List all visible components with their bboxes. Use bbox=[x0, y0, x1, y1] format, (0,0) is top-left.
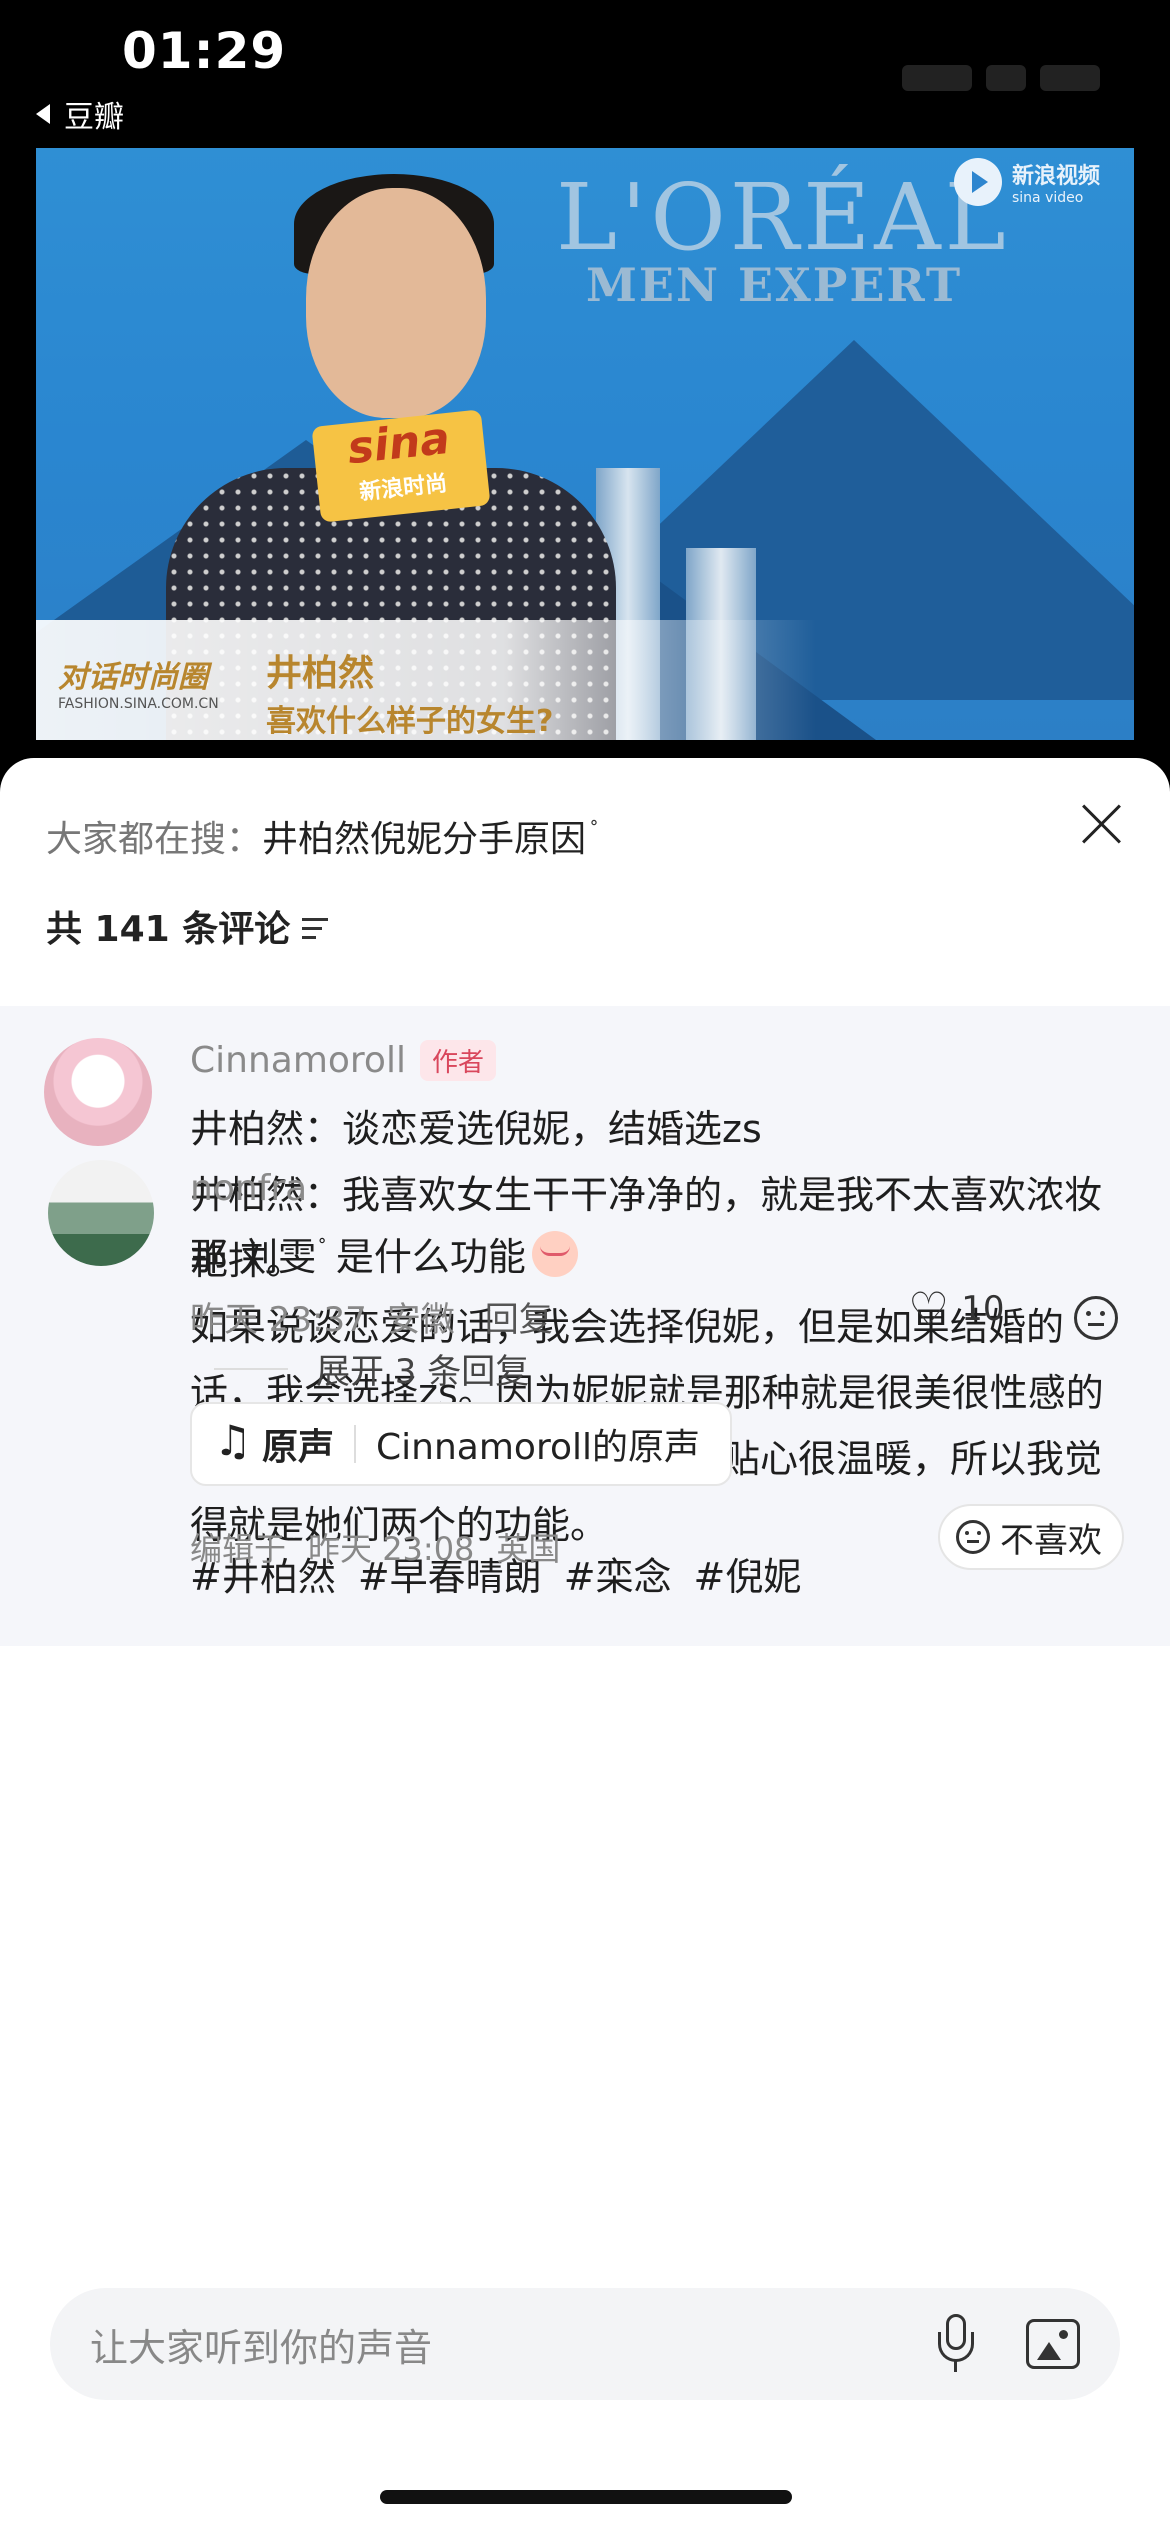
comment-count[interactable]: 共 141 条评论 bbox=[46, 900, 329, 952]
dislike-button[interactable]: 不喜欢 bbox=[938, 1504, 1124, 1570]
reply-body: 那 刘雯 ᐤ 是什么功能 bbox=[190, 1226, 578, 1281]
trending-search-term[interactable]: 井柏然倪妮分手原因 bbox=[262, 810, 586, 862]
like-button[interactable]: ♡ 10 bbox=[908, 1286, 1005, 1332]
microphone-icon[interactable] bbox=[936, 2314, 976, 2374]
close-icon[interactable] bbox=[1076, 798, 1126, 848]
music-note-icon bbox=[214, 1416, 254, 1466]
caption-name: 井柏然 bbox=[266, 653, 375, 694]
author-badge: 作者 bbox=[419, 1040, 496, 1081]
face-icon[interactable] bbox=[1074, 1296, 1118, 1340]
status-bar: 01:29 豆瓣 bbox=[0, 0, 1170, 150]
reply-meta: 昨天 23:37 安徽 回复 bbox=[190, 1292, 553, 1341]
hashtag[interactable]: #栾念 bbox=[564, 1546, 672, 1601]
status-time: 01:29 bbox=[122, 22, 287, 80]
comments-sheet: 大家都在搜： 井柏然倪妮分手原因 ᐤ 共 141 条评论 Cinnamoroll… bbox=[0, 758, 1170, 2532]
reply-button[interactable]: 回复 bbox=[485, 1292, 553, 1341]
comment-meta: 编辑于 昨天 23:08 英国 bbox=[190, 1530, 561, 1568]
search-icon[interactable]: ᐤ bbox=[318, 1232, 326, 1256]
trending-search-label: 大家都在搜： bbox=[46, 819, 263, 860]
crying-emoji-icon bbox=[531, 1230, 578, 1277]
play-logo-icon bbox=[953, 158, 1002, 206]
reply-username[interactable]: nonfra bbox=[190, 1168, 307, 1209]
avatar[interactable] bbox=[44, 1038, 152, 1146]
like-count: 10 bbox=[961, 1289, 1005, 1329]
caption-question: 喜欢什么样子的女生? bbox=[266, 704, 554, 739]
hashtag[interactable]: #倪妮 bbox=[694, 1546, 802, 1601]
image-icon[interactable] bbox=[1026, 2319, 1080, 2369]
microphone-badge: sina 新浪时尚 bbox=[311, 409, 491, 523]
video-player[interactable]: L'ORÉAL MEN EXPERT 新浪视频 sina video sina … bbox=[36, 148, 1134, 740]
brand-logo: L'ORÉAL MEN EXPERT bbox=[556, 164, 1010, 313]
home-indicator[interactable] bbox=[380, 2490, 792, 2504]
comment-username[interactable]: Cinnamoroll 作者 bbox=[190, 1040, 496, 1081]
back-triangle-icon bbox=[36, 104, 50, 124]
comment-input[interactable]: 让大家听到你的声音 bbox=[50, 2288, 1120, 2400]
sina-video-watermark: 新浪视频 sina video bbox=[953, 158, 1100, 206]
status-indicators bbox=[860, 58, 1100, 98]
sort-icon[interactable] bbox=[302, 917, 329, 939]
avatar[interactable] bbox=[48, 1160, 154, 1266]
heart-icon: ♡ bbox=[908, 1282, 950, 1336]
expand-replies[interactable]: 展开 3 条回复 bbox=[214, 1344, 529, 1393]
back-to-app-button[interactable]: 豆瓣 bbox=[36, 92, 124, 136]
back-app-label: 豆瓣 bbox=[64, 100, 124, 135]
dislike-face-icon bbox=[956, 1520, 990, 1554]
comment-input-placeholder[interactable]: 让大家听到你的声音 bbox=[90, 2317, 936, 2372]
search-icon: ᐤ bbox=[590, 814, 598, 838]
trending-search[interactable]: 大家都在搜： 井柏然倪妮分手原因 ᐤ bbox=[46, 810, 598, 862]
show-title: 对话时尚圈 FASHION.SINA.COM.CN bbox=[58, 660, 219, 712]
original-audio-chip[interactable]: 原声 Cinnamoroll的原声 bbox=[190, 1402, 732, 1486]
